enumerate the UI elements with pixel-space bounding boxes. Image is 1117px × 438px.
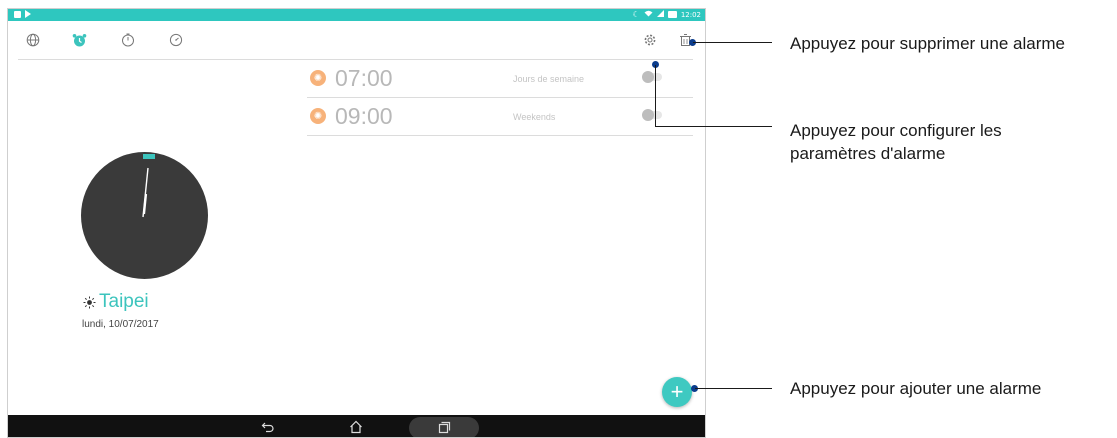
sun-alarm-icon: ✺ [310,70,326,86]
alarm-time: 09:00 [335,103,393,129]
callout-delete-text: Appuyez pour supprimer une alarme [790,34,1065,53]
wifi-icon [644,10,653,19]
timer-icon [169,33,183,47]
toggle-knob [642,71,654,83]
add-alarm-button[interactable]: + [662,377,692,407]
alarm-row[interactable]: ✺ 09:00 Weekends [307,98,693,136]
alarm-days: Jours de semaine [513,74,585,84]
callout-settings-line1: Appuyez pour configurer les [790,121,1002,140]
callout-line-delete [693,42,772,43]
alarm-row[interactable]: ✺ 07:00 Jours de semaine [307,60,693,98]
tab-world-clock[interactable] [24,31,42,49]
gear-icon [644,34,656,46]
globe-icon [26,33,40,47]
tab-stopwatch[interactable] [119,31,137,49]
sun-alarm-icon: ✺ [310,108,326,124]
home-button[interactable] [345,419,367,435]
callout-line-settings [655,126,772,127]
alarm-toggle[interactable] [642,109,662,121]
analog-clock [81,152,208,279]
moon-icon: ☾ [632,10,640,19]
alarm-days: Weekends [513,112,556,122]
alarm-toggle[interactable] [642,71,662,83]
alarm-icon [72,33,86,46]
alarm-divider [307,135,693,136]
signal-icon [656,10,664,19]
tab-alarm[interactable] [70,31,88,49]
home-icon [350,420,362,434]
play-store-icon [25,10,31,18]
battery-icon [667,11,677,18]
navigation-bar [8,415,705,437]
tablet-screen: ☾ 12:02 ✺ 07:00 Jours de semaine ✺ 09:00… [7,8,706,438]
city-label: Taipei [83,291,149,313]
recents-icon [438,421,450,433]
tab-timer[interactable] [167,31,185,49]
city-date: lundi, 10/07/2017 [82,319,159,330]
back-icon [261,422,274,433]
toolbar [8,21,705,59]
clock-top-marker [143,154,155,159]
settings-button[interactable] [641,31,659,49]
callout-line-add [695,388,772,389]
notification-square-icon [14,10,21,18]
city-name: Taipei [99,291,149,312]
callout-add-text: Appuyez pour ajouter une alarme [790,379,1042,398]
back-button[interactable] [257,419,279,435]
status-time: 12:02 [680,10,701,19]
alarm-time: 07:00 [335,65,393,91]
toolbar-divider-left [18,59,307,60]
callout-settings-line2: paramètres d'alarme [790,144,946,163]
toggle-knob [642,109,654,121]
recents-button[interactable] [433,419,455,435]
callout-settings-text: Appuyez pour configurer les paramètres d… [790,119,1002,165]
plus-icon: + [670,379,684,404]
stopwatch-icon [122,33,134,47]
callout-vline-settings [655,65,656,126]
status-bar: ☾ 12:02 [8,9,705,21]
sun-icon [83,296,96,308]
